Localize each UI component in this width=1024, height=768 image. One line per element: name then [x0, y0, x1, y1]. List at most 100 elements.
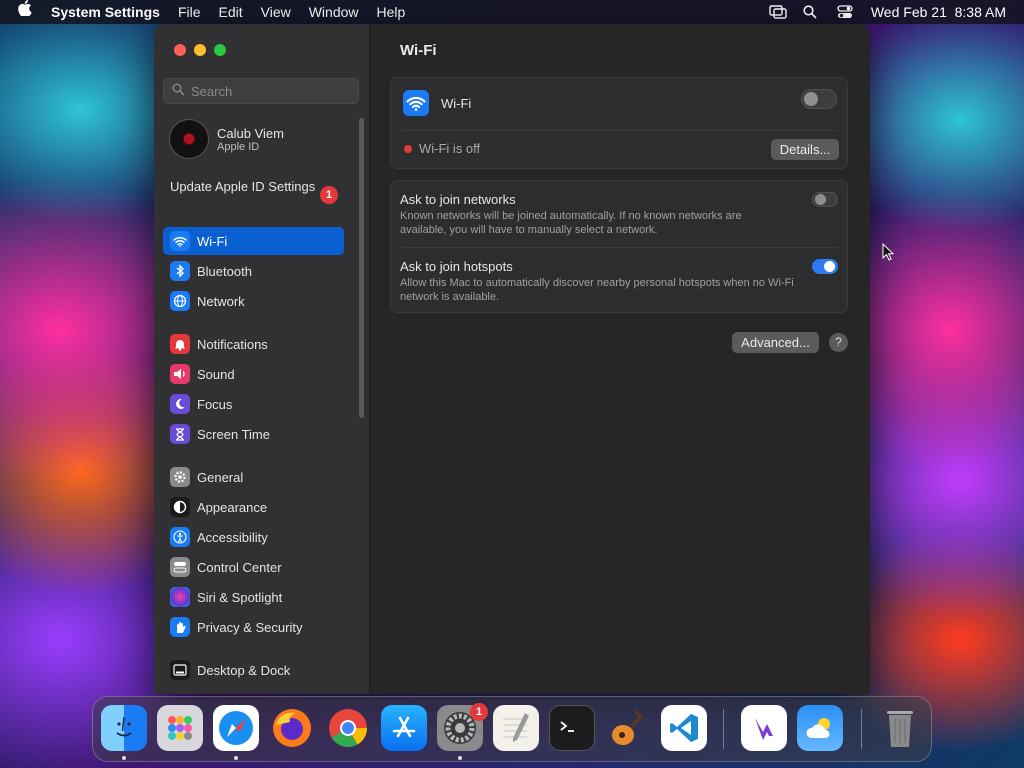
menu-edit[interactable]: Edit: [210, 0, 252, 24]
sidebar-item-siri-spotlight[interactable]: Siri & Spotlight: [163, 583, 344, 611]
accessibility-icon: [170, 527, 190, 547]
textedit-icon[interactable]: [493, 705, 539, 751]
help-button[interactable]: ?: [829, 333, 848, 352]
ask-networks-toggle[interactable]: [812, 192, 838, 207]
update-badge: 1: [320, 186, 338, 204]
sidebar-item-general[interactable]: General: [163, 463, 344, 491]
hourglass-icon: [170, 424, 190, 444]
finder-icon[interactable]: [101, 705, 147, 751]
ask-hotspots-toggle[interactable]: [812, 259, 838, 274]
dock: 1: [92, 696, 932, 762]
app-store-icon[interactable]: [381, 705, 427, 751]
sidebar-item-bluetooth[interactable]: Bluetooth: [163, 257, 344, 285]
sidebar: Search Calub Viem Apple ID Update Apple …: [154, 24, 370, 694]
sidebar-item-network[interactable]: Network: [163, 287, 344, 315]
screen-mirroring-icon[interactable]: [769, 5, 787, 19]
switches-icon: [170, 557, 190, 577]
menu-file[interactable]: File: [169, 0, 210, 24]
menu-window[interactable]: Window: [300, 0, 368, 24]
sidebar-item-label: Desktop & Dock: [197, 662, 291, 678]
system-settings-badge: 1: [470, 703, 488, 721]
ask-settings-card: Ask to join networks Known networks will…: [390, 180, 848, 313]
wifi-icon: [403, 90, 429, 116]
siri-icon: [170, 587, 190, 607]
menu-app-name[interactable]: System Settings: [42, 0, 169, 24]
sidebar-scrollbar[interactable]: [359, 118, 364, 418]
search-placeholder: Search: [191, 83, 233, 99]
sidebar-item-label: Notifications: [197, 336, 268, 352]
speaker-icon: [170, 364, 190, 384]
firefox-icon[interactable]: [269, 705, 315, 751]
status-off-dot: [404, 145, 412, 153]
sidebar-item-appearance[interactable]: Appearance: [163, 493, 344, 521]
globe-icon: [170, 291, 190, 311]
search-input[interactable]: Search: [163, 78, 359, 104]
sidebar-item-label: Siri & Spotlight: [197, 589, 283, 605]
close-button[interactable]: [174, 44, 186, 56]
chrome-icon[interactable]: [325, 705, 371, 751]
bluetooth-icon: [170, 261, 190, 281]
sidebar-item-label: Appearance: [197, 499, 268, 515]
sidebar-item-accessibility[interactable]: Accessibility: [163, 523, 344, 551]
ask-networks-title: Ask to join networks: [400, 192, 516, 207]
gear-icon: [170, 467, 190, 487]
ask-hotspots-description: Allow this Mac to automatically discover…: [400, 277, 794, 303]
zoom-button[interactable]: [214, 44, 226, 56]
sidebar-item-wifi[interactable]: Wi-Fi: [163, 227, 344, 255]
apple-menu-icon[interactable]: [0, 0, 42, 24]
wifi-label: Wi-Fi: [441, 96, 472, 111]
menu-bar: System Settings File Edit View Window He…: [0, 0, 1024, 24]
dock-icon: [170, 660, 190, 680]
sidebar-item-label: Privacy & Security: [197, 619, 303, 635]
page-title: Wi-Fi: [400, 42, 437, 59]
spotlight-search-icon[interactable]: [803, 5, 819, 19]
details-button[interactable]: Details...: [771, 139, 839, 160]
control-center-icon[interactable]: [837, 5, 853, 19]
menubar-clock[interactable]: Wed Feb 21 8:38 AM: [871, 4, 1006, 20]
vscode-icon[interactable]: [661, 705, 707, 751]
sidebar-item-label: Wi-Fi: [197, 233, 228, 249]
sidebar-item-privacy-security[interactable]: Privacy & Security: [163, 613, 344, 641]
advanced-button[interactable]: Advanced...: [732, 332, 819, 353]
ask-networks-description: Known networks will be joined automatica…: [400, 210, 742, 236]
avatar: [169, 119, 209, 159]
safari-icon[interactable]: [213, 705, 259, 751]
wifi-icon: [170, 231, 190, 251]
window-controls: [174, 44, 226, 56]
sidebar-item-sound[interactable]: Sound: [163, 360, 344, 388]
wifi-toggle[interactable]: [801, 89, 837, 109]
minimize-button[interactable]: [194, 44, 206, 56]
sidebar-item-label: Focus: [197, 396, 233, 412]
wifi-status: Wi-Fi is off: [419, 141, 481, 156]
sidebar-item-notifications[interactable]: Notifications: [163, 330, 344, 358]
sidebar-item-desktop-dock[interactable]: Desktop & Dock: [163, 656, 344, 684]
account-name: Calub Viem: [217, 125, 284, 141]
wifi-pane: Wi-Fi Wi-Fi Wi-Fi is off Details... Ask …: [370, 24, 870, 694]
launchpad-icon[interactable]: [157, 705, 203, 751]
visual-studio-icon[interactable]: [741, 705, 787, 751]
garageband-icon[interactable]: [605, 705, 651, 751]
sidebar-item-focus[interactable]: Focus: [163, 390, 344, 418]
weather-icon[interactable]: [797, 705, 843, 751]
mouse-cursor-icon: [882, 242, 895, 266]
sidebar-item-label: Network: [197, 293, 245, 309]
moon-icon: [170, 394, 190, 414]
terminal-icon[interactable]: [549, 705, 595, 751]
sidebar-item-label: Control Center: [197, 559, 282, 575]
menu-view[interactable]: View: [252, 0, 300, 24]
bell-icon: [170, 334, 190, 354]
contrast-icon: [170, 497, 190, 517]
system-settings-window: Search Calub Viem Apple ID Update Apple …: [154, 24, 870, 694]
hand-icon: [170, 617, 190, 637]
ask-hotspots-title: Ask to join hotspots: [400, 259, 513, 274]
sidebar-item-control-center[interactable]: Control Center: [163, 553, 344, 581]
search-icon: [172, 83, 185, 99]
menu-help[interactable]: Help: [368, 0, 415, 24]
account-subtitle: Apple ID: [217, 140, 260, 153]
sidebar-item-screen-time[interactable]: Screen Time: [163, 420, 344, 448]
trash-icon[interactable]: [877, 705, 923, 751]
sidebar-item-label: Screen Time: [197, 426, 270, 442]
sidebar-item-label: Sound: [197, 366, 235, 382]
sidebar-item-label: Bluetooth: [197, 263, 252, 279]
apple-id-account[interactable]: Calub Viem Apple ID: [169, 119, 284, 159]
